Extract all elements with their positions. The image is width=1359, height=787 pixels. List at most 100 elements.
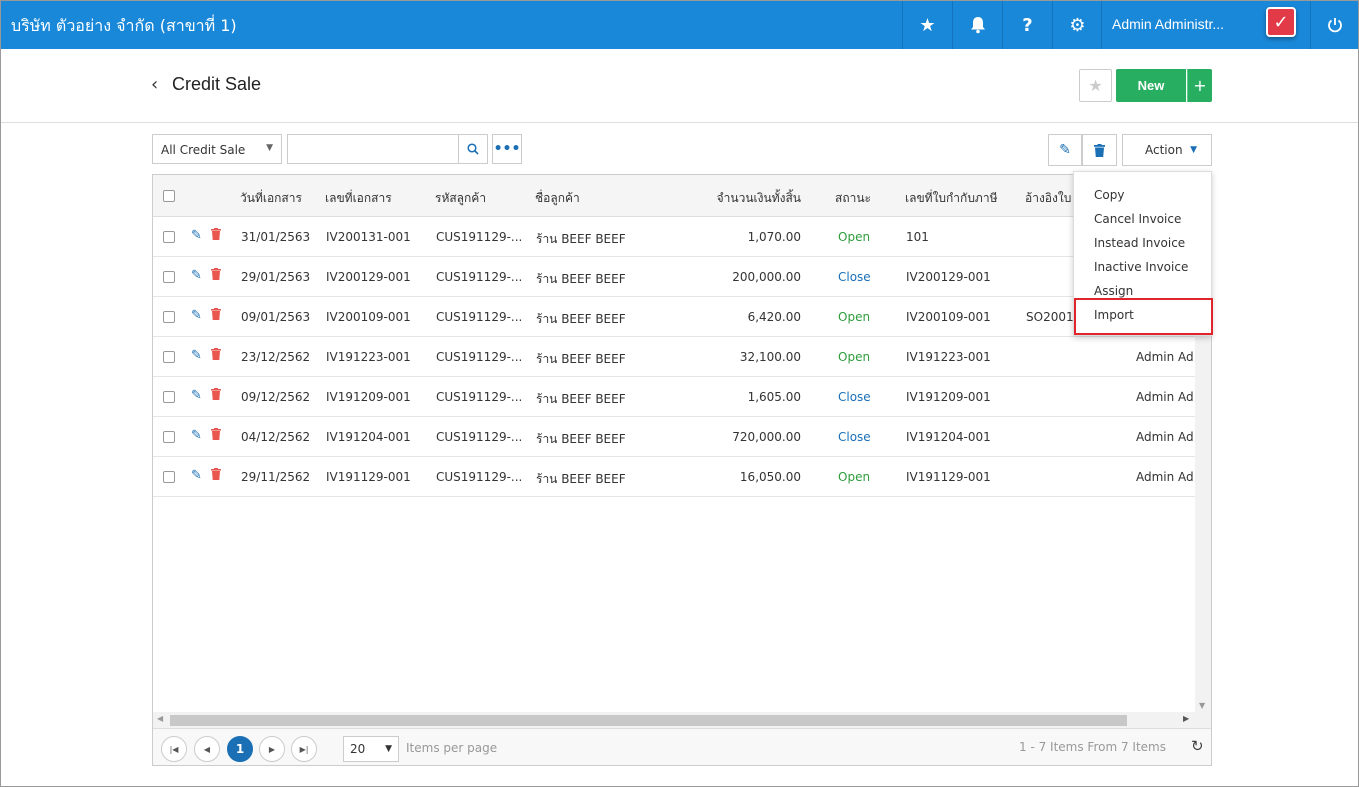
column-header-tax-invoice[interactable]: เลขที่ใบกำกับภาษี (905, 189, 998, 208)
cell-customer-name: ร้าน BEEF BEEF (536, 312, 626, 326)
cell-doc-no[interactable]: IV200129-001 (326, 270, 411, 284)
table-row[interactable]: ✎ 29/11/2562 IV191129-001 CUS191129-... ร้าน… (153, 457, 1211, 497)
cell-amount: 1,070.00 (747, 230, 801, 244)
cell-amount: 200,000.00 (732, 270, 801, 284)
pencil-icon[interactable]: ✎ (191, 348, 202, 363)
cell-doc-no[interactable]: IV191204-001 (326, 430, 411, 444)
table-row[interactable]: ✎ 29/01/2563 IV200129-001 CUS191129-... ร้าน… (153, 257, 1211, 297)
menu-item-copy[interactable]: Copy (1094, 188, 1124, 202)
advanced-search-button[interactable]: ••• (492, 134, 522, 164)
new-button[interactable]: New (1116, 69, 1186, 102)
grid-header: วันที่เอกสาร เลขที่เอกสาร รหัสลูกค้า ชื่… (153, 175, 1211, 217)
user-menu[interactable]: Admin Administr... ✓ (1101, 1, 1310, 49)
cell-doc-no[interactable]: IV200109-001 (326, 310, 411, 324)
menu-item-cancel-invoice[interactable]: Cancel Invoice (1094, 212, 1181, 226)
trash-icon[interactable] (211, 428, 221, 444)
first-page-button[interactable]: |◀ (161, 736, 187, 762)
delete-button[interactable] (1082, 134, 1117, 166)
cell-doc-no[interactable]: IV191223-001 (326, 350, 411, 364)
column-header-reference[interactable]: อ้างอิงใบ (1025, 189, 1071, 208)
cell-status: Close (838, 270, 871, 284)
import-highlight-box (1074, 298, 1213, 335)
select-all-checkbox[interactable] (163, 190, 175, 202)
pencil-icon[interactable]: ✎ (191, 228, 202, 243)
edit-button[interactable]: ✎ (1048, 134, 1082, 166)
column-header-customer-name[interactable]: ชื่อลูกค้า (535, 189, 580, 208)
row-checkbox[interactable] (163, 271, 175, 283)
cell-customer-code: CUS191129-... (436, 310, 522, 324)
notifications-button[interactable] (952, 1, 1002, 49)
menu-item-inactive-invoice[interactable]: Inactive Invoice (1094, 260, 1188, 274)
power-icon (1327, 18, 1342, 33)
action-dropdown-button[interactable]: Action ▼ (1122, 134, 1212, 166)
cell-amount: 720,000.00 (732, 430, 801, 444)
last-page-button[interactable]: ▶| (291, 736, 317, 762)
table-row[interactable]: ✎ 04/12/2562 IV191204-001 CUS191129-... ร้าน… (153, 417, 1211, 457)
cell-amount: 32,100.00 (739, 350, 801, 364)
company-name[interactable]: บริษัท ตัวอย่าง จำกัด (สาขาที่ 1) (11, 14, 237, 39)
next-page-button[interactable]: ▶ (259, 736, 285, 762)
logout-button[interactable] (1310, 1, 1358, 49)
pencil-icon[interactable]: ✎ (191, 268, 202, 283)
scroll-down-icon[interactable]: ▼ (1199, 701, 1205, 710)
row-checkbox[interactable] (163, 391, 175, 403)
row-checkbox[interactable] (163, 311, 175, 323)
favorites-button[interactable]: ★ (902, 1, 952, 49)
search-button[interactable] (458, 134, 488, 164)
add-favorite-button[interactable]: ★ (1079, 69, 1112, 102)
column-header-amount[interactable]: จำนวนเงินทั้งสิ้น (693, 189, 801, 208)
search-input[interactable] (287, 134, 459, 164)
cell-doc-no[interactable]: IV191209-001 (326, 390, 411, 404)
row-checkbox[interactable] (163, 431, 175, 443)
page-button-current[interactable]: 1 (227, 736, 253, 762)
new-dropdown-button[interactable]: + (1187, 69, 1212, 102)
help-button[interactable]: ? (1002, 1, 1052, 49)
cell-date: 04/12/2562 (241, 430, 311, 444)
table-row[interactable]: ✎ 09/12/2562 IV191209-001 CUS191129-... ร้าน… (153, 377, 1211, 417)
trash-icon[interactable] (211, 228, 221, 244)
scroll-thumb[interactable] (170, 715, 1127, 726)
table-row[interactable]: ✎ 31/01/2563 IV200131-001 CUS191129-... ร้าน… (153, 217, 1211, 257)
refresh-icon[interactable]: ↻ (1191, 737, 1204, 755)
menu-item-instead-invoice[interactable]: Instead Invoice (1094, 236, 1185, 250)
column-header-customer-code[interactable]: รหัสลูกค้า (435, 189, 486, 208)
horizontal-scrollbar[interactable]: ◀ ▶ (153, 712, 1195, 728)
avatar[interactable]: ✓ (1266, 7, 1296, 37)
pencil-icon[interactable]: ✎ (191, 468, 202, 483)
trash-icon[interactable] (211, 268, 221, 284)
table-row[interactable]: ✎ 23/12/2562 IV191223-001 CUS191129-... ร้าน… (153, 337, 1211, 377)
table-row[interactable]: ✎ 09/01/2563 IV200109-001 CUS191129-... ร้าน… (153, 297, 1211, 337)
pencil-icon[interactable]: ✎ (191, 308, 202, 323)
cell-date: 09/01/2563 (241, 310, 311, 324)
cell-doc-no[interactable]: IV200131-001 (326, 230, 411, 244)
trash-icon[interactable] (211, 348, 221, 364)
filter-select[interactable]: All Credit Sale ▼ (152, 134, 282, 164)
menu-item-assign[interactable]: Assign (1094, 284, 1133, 298)
cell-date: 31/01/2563 (241, 230, 311, 244)
row-checkbox[interactable] (163, 471, 175, 483)
pencil-icon[interactable]: ✎ (191, 388, 202, 403)
trash-icon[interactable] (211, 468, 221, 484)
cell-tax-invoice: IV191209-001 (906, 390, 991, 404)
cell-customer-name: ร้าน BEEF BEEF (536, 272, 626, 286)
row-checkbox[interactable] (163, 351, 175, 363)
scroll-right-icon[interactable]: ▶ (1183, 714, 1189, 723)
scroll-left-icon[interactable]: ◀ (157, 714, 163, 723)
user-name[interactable]: Admin Administr... (1112, 16, 1224, 32)
prev-page-button[interactable]: ◀ (194, 736, 220, 762)
back-arrow-icon[interactable]: ‹ (151, 74, 158, 95)
items-per-page-select[interactable]: 20 ▼ (343, 736, 399, 762)
pencil-icon[interactable]: ✎ (191, 428, 202, 443)
cell-status: Close (838, 390, 871, 404)
column-header-status[interactable]: สถานะ (835, 189, 871, 208)
cell-customer-name: ร้าน BEEF BEEF (536, 472, 626, 486)
help-icon: ? (1022, 14, 1033, 36)
cell-tax-invoice: 101 (906, 230, 929, 244)
cell-doc-no[interactable]: IV191129-001 (326, 470, 411, 484)
trash-icon[interactable] (211, 388, 221, 404)
column-header-doc-no[interactable]: เลขที่เอกสาร (325, 189, 392, 208)
trash-icon[interactable] (211, 308, 221, 324)
column-header-date[interactable]: วันที่เอกสาร (240, 189, 302, 208)
settings-button[interactable]: ⚙ (1052, 1, 1102, 49)
row-checkbox[interactable] (163, 231, 175, 243)
